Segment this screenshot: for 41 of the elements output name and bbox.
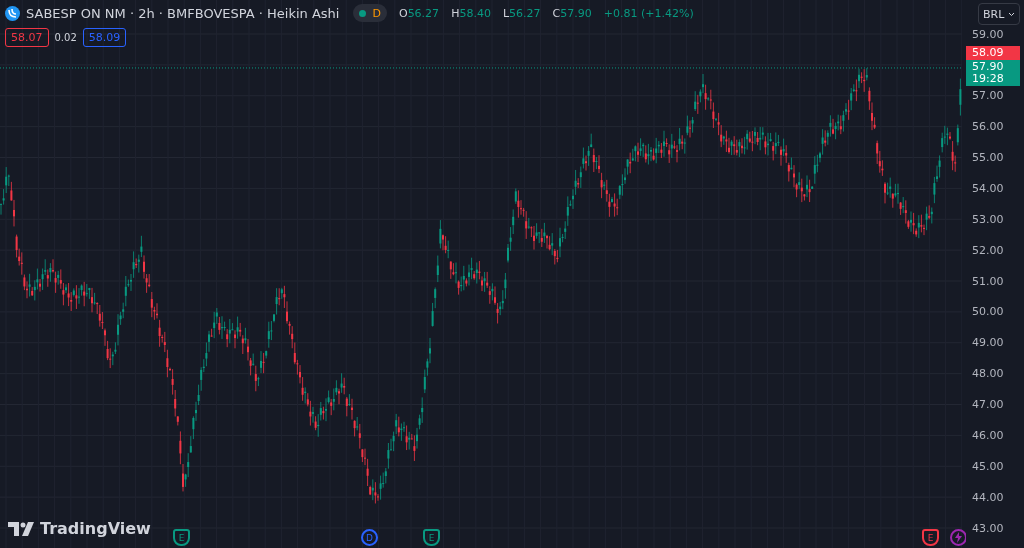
price-tick: 50.00 <box>972 305 1004 319</box>
price-tick: 51.00 <box>972 274 1004 288</box>
price-tick: 46.00 <box>972 428 1004 442</box>
price-tick: 48.00 <box>972 367 1004 381</box>
brand-mark-icon <box>8 521 36 536</box>
ohlc-value: L56.27 <box>502 6 541 20</box>
price-tick: 52.00 <box>972 243 1004 257</box>
spread-value: 0.02 <box>54 32 77 43</box>
price-tick: 55.00 <box>972 151 1004 164</box>
ohlc-value: C57.90 <box>552 6 592 20</box>
symbol-title[interactable]: SABESP ON NM · 2h · BMFBOVESPA · Heikin Ashi <box>26 5 340 21</box>
lightning-icon[interactable] <box>950 529 966 546</box>
ohlc-value: O56.27 <box>398 6 440 20</box>
bid-price[interactable]: 58.07 <box>5 28 49 47</box>
price-change: +0.81 (+1.42%) <box>603 6 694 20</box>
last-price-label: 57.90 19:28 <box>966 60 1020 86</box>
event-marker[interactable]: E <box>173 529 190 546</box>
brand-name: TradingView <box>40 519 151 538</box>
symbol-logo-icon <box>5 5 20 21</box>
ask-price[interactable]: 58.09 <box>82 28 127 47</box>
currency-dropdown[interactable]: BRL <box>978 3 1020 25</box>
event-marker[interactable]: E <box>922 529 939 546</box>
ohlc-value: H58.40 <box>451 6 491 20</box>
chevron-down-icon <box>1008 11 1015 17</box>
price-tick: 59.00 <box>972 27 1004 41</box>
event-marker[interactable]: D <box>361 529 378 546</box>
price-tick: 44.00 <box>972 490 1004 504</box>
event-marker[interactable]: E <box>423 529 440 546</box>
price-tick: 56.00 <box>972 120 1004 134</box>
price-tick: 53.00 <box>972 212 1004 226</box>
delayed-indicator: D <box>372 6 381 20</box>
price-tick: 45.00 <box>972 459 1004 473</box>
brand-logo[interactable]: TradingView <box>8 519 151 538</box>
market-status[interactable]: D <box>353 4 387 22</box>
price-tick: 54.00 <box>972 181 1004 195</box>
ask-price-label: 58.09 <box>966 46 1020 60</box>
market-open-dot <box>359 9 367 17</box>
price-tick: 57.00 <box>972 89 1004 103</box>
price-tick: 43.00 <box>972 521 1004 535</box>
price-tick: 49.00 <box>972 336 1004 350</box>
price-tick: 47.00 <box>972 398 1004 411</box>
